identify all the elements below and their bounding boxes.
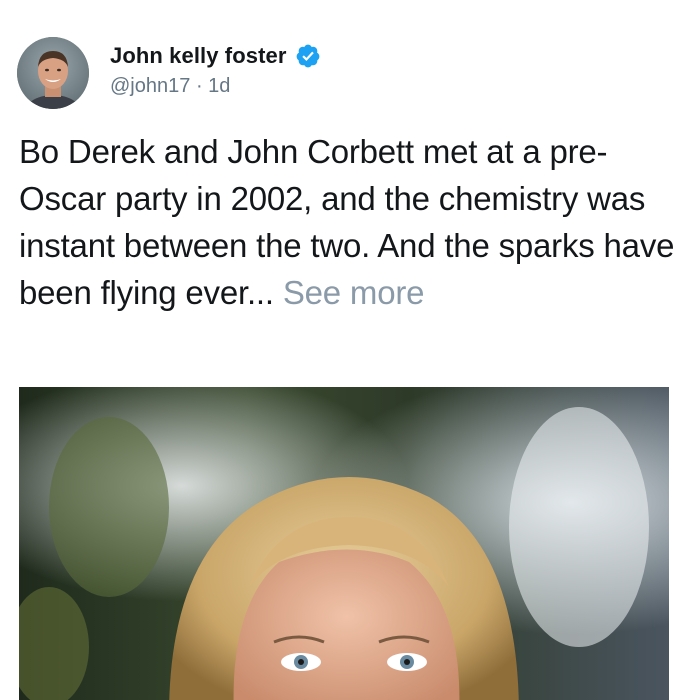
post-header: John kelly foster @john17 · 1d (17, 37, 321, 109)
meta-separator: · (195, 74, 203, 97)
name-row: John kelly foster (110, 43, 321, 69)
see-more-link[interactable]: See more (283, 274, 425, 311)
post-card: John kelly foster @john17 · 1d Bo Derek … (0, 0, 700, 700)
post-text-block: Bo Derek and John Corbett met at a pre-O… (19, 128, 679, 316)
post-timestamp[interactable]: 1d (208, 75, 230, 97)
post-image[interactable] (19, 387, 669, 700)
avatar[interactable] (17, 37, 89, 109)
author-handle[interactable]: @john17 (110, 75, 190, 97)
profile-photo-icon (17, 37, 89, 109)
author-meta: John kelly foster @john17 · 1d (110, 43, 321, 98)
verified-badge-icon (295, 43, 321, 69)
handle-row: @john17 · 1d (110, 75, 321, 98)
photo-icon (19, 387, 669, 700)
author-name[interactable]: John kelly foster (110, 43, 287, 69)
